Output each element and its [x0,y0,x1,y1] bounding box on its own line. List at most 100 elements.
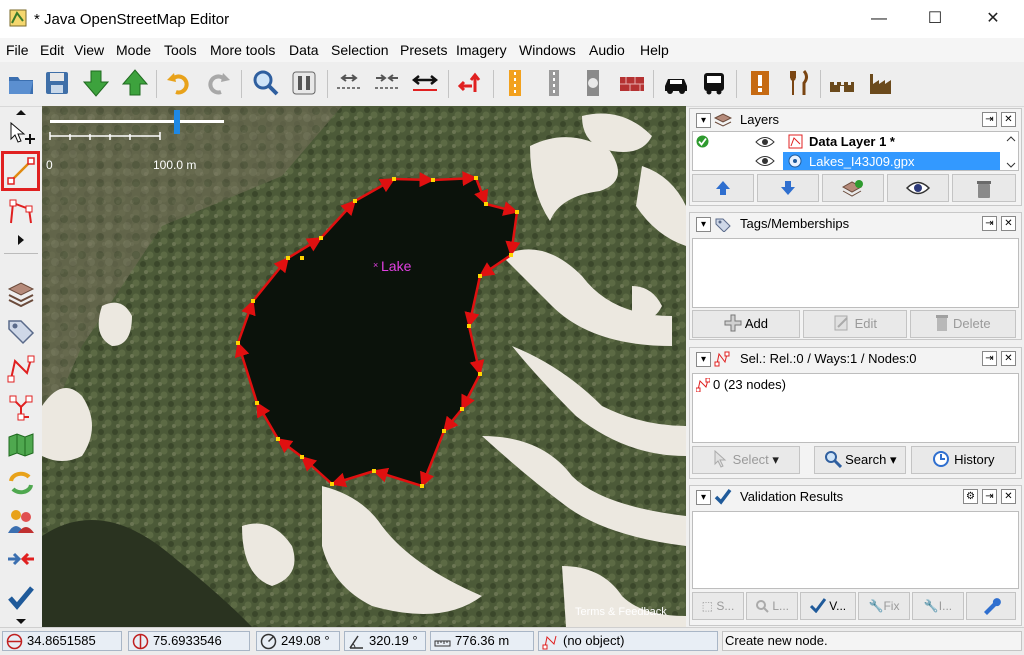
menu-data[interactable]: Data [289,42,319,58]
delete-layer-button[interactable] [952,174,1016,202]
close-layers-icon[interactable]: ✕ [1001,112,1016,127]
validation-lookup-button[interactable]: L... [746,592,798,620]
move-node-icon[interactable] [455,68,485,98]
combine-way-icon[interactable] [372,68,402,98]
heading-value: 249.08 ° [281,633,330,648]
preset-industrial-icon[interactable] [867,68,897,98]
delete-tag-button[interactable]: Delete [910,310,1016,338]
toolbox-separator [4,253,38,254]
menu-mode[interactable]: Mode [116,42,151,58]
data-layer-icon [788,134,803,149]
preset-bus-icon[interactable] [699,68,729,98]
validation-tools-button[interactable] [966,592,1016,620]
dock-validation-icon[interactable]: ⇥ [982,489,997,504]
draw-nodes-icon[interactable] [5,155,37,187]
collapse-selection-icon[interactable]: ▾ [696,352,711,367]
preset-path-icon[interactable] [539,68,569,98]
menu-audio[interactable]: Audio [589,42,625,58]
move-layer-up-button[interactable] [692,174,754,202]
validation-settings-icon[interactable]: ⚙ [963,489,978,504]
layers-toggle-icon[interactable] [5,277,37,309]
improve-way-icon[interactable] [5,195,37,227]
save-icon[interactable] [42,68,72,98]
collapse-tags-icon[interactable]: ▾ [696,217,711,232]
menu-selection[interactable]: Selection [331,42,389,58]
selection-list-item[interactable]: 0 (23 nodes) [694,376,1014,394]
map-view[interactable]: 0 100.0 m × Lake Terms & Feedback [42,106,686,627]
close-tags-icon[interactable]: ✕ [1001,216,1016,231]
plus-icon [724,314,742,332]
tags-toggle-icon[interactable] [5,315,37,347]
history-button[interactable]: History [911,446,1016,474]
open-file-icon[interactable] [6,68,36,98]
validator-icon[interactable] [5,581,37,613]
select-dropdown-icon[interactable]: ▾ [772,452,779,467]
maximize-button[interactable]: ☐ [912,0,958,38]
menu-imagery[interactable]: Imagery [456,42,507,58]
validation-validate-button[interactable]: V... [800,592,856,620]
terms-feedback-link[interactable]: Terms & Feedback [575,606,667,618]
preset-castle-icon[interactable] [827,68,857,98]
select-mode-icon[interactable] [5,119,37,151]
preferences-icon[interactable] [289,68,319,98]
collapse-validation-icon[interactable]: ▾ [696,490,711,505]
add-tag-button[interactable]: Add [692,310,800,338]
close-button[interactable]: ✕ [970,0,1016,38]
authors-icon[interactable] [5,505,37,537]
menu-presets[interactable]: Presets [400,42,447,58]
layers-scrollbar-icon[interactable] [1006,134,1016,170]
layer-row-data[interactable]: Data Layer 1 * [693,133,1018,150]
expand-modes-icon[interactable] [15,234,27,246]
validation-fix-button[interactable]: 🔧Fix [858,592,910,620]
collapse-layers-icon[interactable]: ▾ [696,113,711,128]
edit-tag-button[interactable]: Edit [803,310,907,338]
validation-ignore-button[interactable]: 🔧I... [912,592,964,620]
menu-tools[interactable]: Tools [164,42,197,58]
minimize-button[interactable]: — [856,0,902,38]
changeset-icon[interactable] [5,467,37,499]
scroll-down-icon[interactable] [14,618,28,626]
menu-edit[interactable]: Edit [40,42,64,58]
undo-icon[interactable] [164,68,194,98]
preset-wall-icon[interactable] [617,68,647,98]
preset-hazard-icon[interactable] [745,68,775,98]
activate-layer-button[interactable] [822,174,884,202]
reverse-way-icon[interactable] [410,68,440,98]
toolbar-separator [653,70,654,98]
zoom-icon[interactable] [250,68,280,98]
dock-tags-icon[interactable]: ⇥ [982,216,997,231]
close-validation-icon[interactable]: ✕ [1001,489,1016,504]
search-button[interactable]: Search ▾ [814,446,906,474]
validation-select-button[interactable]: ⬚ S... [692,592,744,620]
upload-icon[interactable] [120,68,150,98]
selection-list-icon[interactable] [5,353,37,385]
menu-file[interactable]: File [6,42,29,58]
scroll-up-icon[interactable] [14,108,28,116]
preset-car-icon[interactable] [661,68,691,98]
dock-selection-icon[interactable]: ⇥ [982,351,997,366]
menu-more-tools[interactable]: More tools [210,42,275,58]
menu-view[interactable]: View [74,42,104,58]
search-dropdown-icon[interactable]: ▾ [890,452,897,467]
select-button[interactable]: Select ▾ [692,446,800,474]
dock-layers-icon[interactable]: ⇥ [982,112,997,127]
menu-windows[interactable]: Windows [519,42,576,58]
trash-icon [977,181,991,198]
lake-way[interactable] [42,106,686,627]
redo-icon[interactable] [203,68,233,98]
layer-row-gpx[interactable]: Lakes_I43J09.gpx [693,152,1018,170]
conflict-icon[interactable] [5,543,37,575]
preset-restaurant-icon[interactable] [784,68,814,98]
preset-barrier-icon[interactable] [578,68,608,98]
split-way-icon[interactable] [334,68,364,98]
map-paint-styles-icon[interactable] [5,429,37,461]
close-selection-icon[interactable]: ✕ [1001,351,1016,366]
move-layer-down-button[interactable] [757,174,819,202]
visibility-eye-icon[interactable] [755,155,775,167]
preset-road-icon[interactable] [500,68,530,98]
toggle-visibility-button[interactable] [887,174,949,202]
download-icon[interactable] [81,68,111,98]
visibility-eye-icon[interactable] [755,136,775,148]
relation-list-icon[interactable] [5,391,37,423]
menu-help[interactable]: Help [640,42,669,58]
